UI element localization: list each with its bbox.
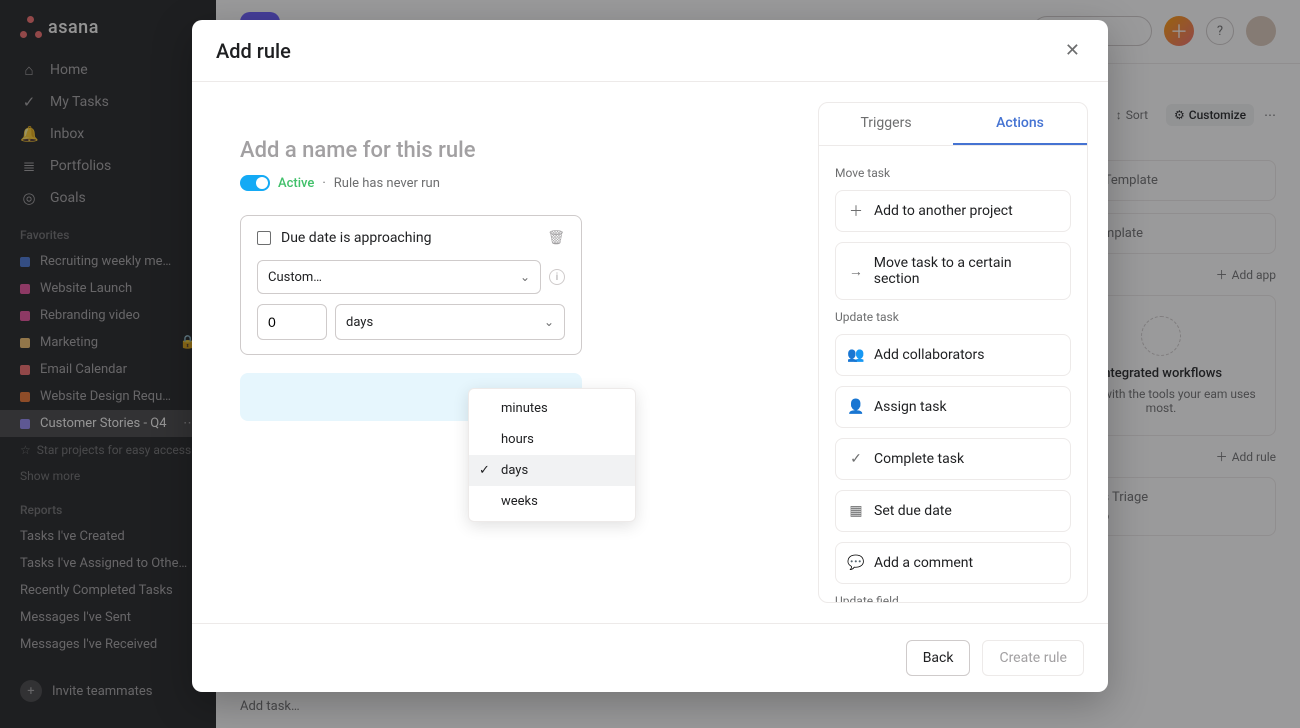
comment-icon: 💬 xyxy=(848,555,864,571)
never-run-label: Rule has never run xyxy=(334,176,440,191)
person-icon: 👤 xyxy=(848,399,864,415)
category-move-task: Move task xyxy=(835,166,1071,180)
trigger-card: Due date is approaching 🗑 Custom… ⌄ i da… xyxy=(240,215,582,355)
modal-title: Add rule xyxy=(216,39,291,63)
trigger-mode-select[interactable]: Custom… ⌄ xyxy=(257,260,541,294)
unit-option-weeks[interactable]: weeks xyxy=(469,486,635,517)
action-assign-task[interactable]: 👤Assign task xyxy=(835,386,1071,428)
rule-builder: Add a name for this rule Active · Rule h… xyxy=(192,82,818,623)
check-icon: ✓ xyxy=(479,463,490,478)
delete-trigger-icon[interactable]: 🗑 xyxy=(547,230,565,246)
chevron-down-icon: ⌄ xyxy=(520,270,530,284)
unit-option-minutes[interactable]: minutes xyxy=(469,393,635,424)
arrow-right-icon: → xyxy=(848,263,864,279)
duration-number-input[interactable] xyxy=(257,304,327,340)
action-complete-task[interactable]: ✓Complete task xyxy=(835,438,1071,480)
rule-name-input[interactable]: Add a name for this rule xyxy=(240,138,770,163)
trigger-title: Due date is approaching xyxy=(281,230,431,246)
calendar-icon: ▦ xyxy=(848,503,864,519)
tab-actions[interactable]: Actions xyxy=(953,103,1087,145)
unit-option-days[interactable]: ✓days xyxy=(469,455,635,486)
action-add-comment[interactable]: 💬Add a comment xyxy=(835,542,1071,584)
close-icon[interactable]: ✕ xyxy=(1061,36,1084,65)
action-add-collaborators[interactable]: 👥Add collaborators xyxy=(835,334,1071,376)
category-update-field: Update field xyxy=(835,594,1071,602)
check-circle-icon: ✓ xyxy=(848,451,864,467)
plus-icon: ＋ xyxy=(848,203,864,219)
calendar-icon xyxy=(257,231,271,245)
create-rule-button[interactable]: Create rule xyxy=(982,640,1084,676)
action-set-due-date[interactable]: ▦Set due date xyxy=(835,490,1071,532)
tab-triggers[interactable]: Triggers xyxy=(819,103,953,145)
rule-status: Active · Rule has never run xyxy=(240,175,770,191)
info-icon[interactable]: i xyxy=(549,269,565,285)
duration-unit-select[interactable]: days ⌄ xyxy=(335,304,565,340)
unit-option-hours[interactable]: hours xyxy=(469,424,635,455)
category-update-task: Update task xyxy=(835,310,1071,324)
action-move-to-section[interactable]: →Move task to a certain section xyxy=(835,242,1071,300)
active-toggle[interactable] xyxy=(240,175,270,191)
actions-panel: Triggers Actions Move task ＋Add to anoth… xyxy=(818,102,1088,603)
people-icon: 👥 xyxy=(848,347,864,363)
add-rule-modal: Add rule ✕ Add a name for this rule Acti… xyxy=(192,20,1108,692)
back-button[interactable]: Back xyxy=(906,640,971,676)
unit-dropdown: minutes hours ✓days weeks xyxy=(468,388,636,522)
action-add-to-project[interactable]: ＋Add to another project xyxy=(835,190,1071,232)
chevron-down-icon: ⌄ xyxy=(544,315,554,329)
active-label: Active xyxy=(278,176,314,191)
